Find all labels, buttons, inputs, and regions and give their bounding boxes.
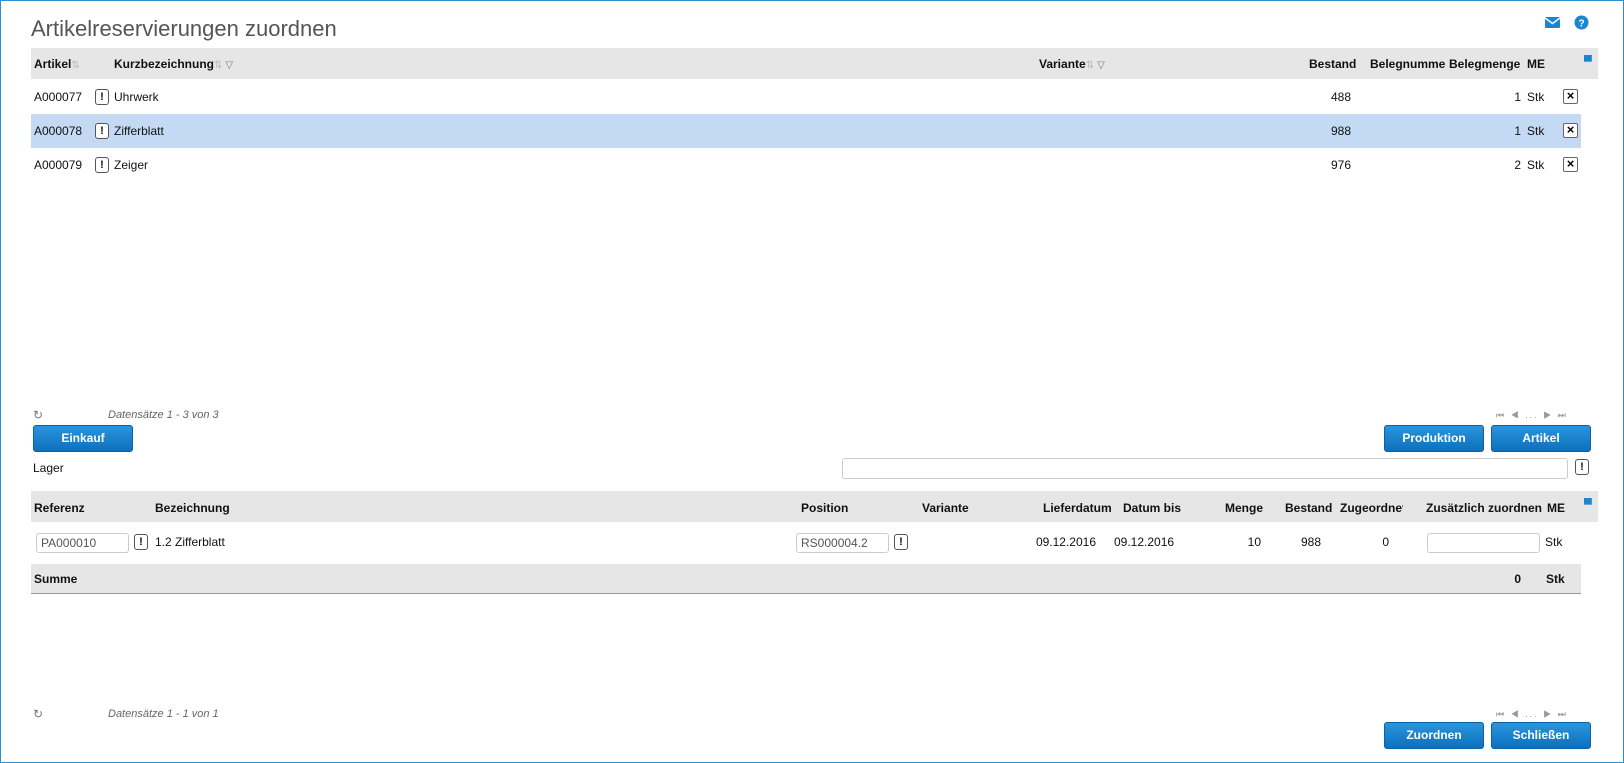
- sort-icon[interactable]: ⇅: [71, 60, 79, 71]
- articles-table-header: Artikel⇅ Kurzbezeichnung⇅ ▽ Variante⇅ ▽ Be…: [31, 48, 1598, 79]
- pager-info: Datensätze 1 - 1 von 1: [108, 708, 219, 720]
- column-header-referenz[interactable]: Referenz: [34, 501, 85, 515]
- document-quantity: 1: [1514, 124, 1521, 138]
- column-header-kurzbezeichnung[interactable]: Kurzbezeichnung⇅ ▽: [114, 57, 233, 71]
- document-quantity: 2: [1514, 158, 1521, 172]
- article-number: A000078: [34, 124, 83, 138]
- column-header-zusaetzlich[interactable]: Zusätzlich zuordnen: [1426, 501, 1542, 515]
- last-page-icon[interactable]: ⏭: [1558, 709, 1568, 719]
- sort-icon[interactable]: ⇅: [1086, 60, 1094, 71]
- column-header-belegmenge[interactable]: Belegmenge: [1449, 57, 1520, 71]
- zusaetzlich-zuordnen-input[interactable]: [1427, 533, 1540, 553]
- table-row[interactable]: A000078! Zifferblatt 988 1 Stk ×: [31, 114, 1581, 148]
- position-field[interactable]: [796, 533, 889, 553]
- menge-text: 10: [1247, 535, 1261, 549]
- unit: Stk: [1527, 90, 1545, 104]
- first-page-icon[interactable]: ⏮: [1496, 709, 1506, 719]
- remove-icon[interactable]: ×: [1563, 157, 1578, 172]
- einkauf-button[interactable]: Einkauf: [33, 425, 133, 452]
- article-short-name: Zifferblatt: [114, 124, 164, 138]
- table-row[interactable]: A000079! Zeiger 976 2 Stk ×: [31, 148, 1581, 182]
- column-header-variante[interactable]: Variante⇅ ▽: [1039, 57, 1105, 71]
- sum-label: Summe: [34, 572, 78, 586]
- sort-icon[interactable]: ⇅: [214, 60, 222, 71]
- lager-label: Lager: [33, 461, 64, 475]
- sum-row: Summe 0 Stk: [31, 564, 1581, 594]
- bezeichnung-text: 1.2 Zifferblatt: [155, 535, 225, 549]
- position-info-button[interactable]: !: [894, 534, 908, 550]
- page-title: Artikelreservierungen zuordnen: [31, 16, 337, 41]
- column-header-zugeordnet[interactable]: Zugeordnet: [1340, 501, 1403, 515]
- pager-ellipsis: ...: [1525, 709, 1539, 719]
- table-row: ! 1.2 Zifferblatt! 09.12.2016 09.12.2016 10 9…: [31, 523, 1581, 563]
- table-row[interactable]: A000077! Uhrwerk 488 1 Stk ×: [31, 80, 1581, 114]
- pager-info: Datensätze 1 - 3 von 3: [108, 409, 219, 421]
- remove-icon[interactable]: ×: [1563, 89, 1578, 104]
- pagination-controls: ⏮ ◀ ... ▶ ⏭: [1496, 709, 1568, 720]
- sum-unit: Stk: [1546, 572, 1565, 586]
- article-short-name: Zeiger: [114, 158, 149, 172]
- article-stock: 976: [1330, 158, 1351, 172]
- referenz-info-button[interactable]: !: [134, 534, 148, 550]
- svg-text:?: ?: [1578, 18, 1584, 29]
- mail-icon[interactable]: [1544, 14, 1560, 30]
- bestand-text: 988: [1300, 535, 1321, 549]
- zugeordnet-text: 0: [1382, 535, 1389, 549]
- article-info-button[interactable]: !: [95, 157, 109, 173]
- refresh-icon[interactable]: ↻: [33, 707, 43, 721]
- referenz-field[interactable]: [36, 533, 129, 553]
- column-header-me[interactable]: ME: [1527, 57, 1545, 71]
- column-header-position[interactable]: Position: [801, 501, 848, 515]
- artikel-button[interactable]: Artikel: [1491, 425, 1591, 452]
- article-info-button[interactable]: !: [95, 123, 109, 139]
- column-header-bestand[interactable]: Bestand: [1309, 57, 1356, 71]
- last-page-icon[interactable]: ⏭: [1558, 410, 1568, 420]
- sum-value: 0: [1514, 572, 1521, 586]
- first-page-icon[interactable]: ⏮: [1496, 410, 1506, 420]
- column-header-artikel[interactable]: Artikel⇅: [34, 57, 80, 71]
- article-info-button[interactable]: !: [95, 89, 109, 105]
- column-header-bestand[interactable]: Bestand: [1285, 501, 1332, 515]
- column-chooser-icon[interactable]: ▀: [1584, 499, 1592, 511]
- article-number: A000077: [34, 90, 83, 104]
- column-header-variante[interactable]: Variante: [922, 501, 969, 515]
- lager-input[interactable]: [842, 458, 1568, 479]
- prev-page-icon[interactable]: ◀: [1511, 709, 1521, 719]
- filter-icon[interactable]: ▽: [1097, 60, 1105, 71]
- filter-icon[interactable]: ▽: [225, 60, 233, 71]
- column-header-datum-bis[interactable]: Datum bis: [1123, 501, 1181, 515]
- column-chooser-icon[interactable]: ▀: [1584, 56, 1592, 68]
- article-number: A000079: [34, 158, 83, 172]
- datum-bis-text: 09.12.2016: [1114, 535, 1175, 549]
- refresh-icon[interactable]: ↻: [33, 408, 43, 422]
- prev-page-icon[interactable]: ◀: [1511, 410, 1521, 420]
- pagination-controls: ⏮ ◀ ... ▶ ⏭: [1496, 410, 1568, 421]
- help-icon[interactable]: ?: [1573, 14, 1589, 30]
- article-short-name: Uhrwerk: [114, 90, 159, 104]
- article-stock: 988: [1330, 124, 1351, 138]
- unit: Stk: [1527, 124, 1545, 138]
- schliessen-button[interactable]: Schließen: [1491, 722, 1591, 749]
- lager-lookup-button[interactable]: !: [1575, 459, 1589, 475]
- column-header-belegnummer[interactable]: Belegnumme: [1370, 57, 1445, 71]
- produktion-button[interactable]: Produktion: [1384, 425, 1484, 452]
- remove-icon[interactable]: ×: [1563, 123, 1578, 138]
- column-header-menge[interactable]: Menge: [1225, 501, 1263, 515]
- unit: Stk: [1545, 535, 1563, 549]
- next-page-icon[interactable]: ▶: [1543, 410, 1553, 420]
- pager-ellipsis: ...: [1525, 410, 1539, 420]
- lieferdatum-text: 09.12.2016: [1035, 535, 1096, 549]
- article-stock: 488: [1330, 90, 1351, 104]
- column-header-me[interactable]: ME: [1547, 501, 1565, 515]
- document-quantity: 1: [1514, 90, 1521, 104]
- column-header-bezeichnung[interactable]: Bezeichnung: [155, 501, 230, 515]
- zuordnen-button[interactable]: Zuordnen: [1384, 722, 1484, 749]
- assign-table-header: Referenz Bezeichnung Position Variante L…: [31, 491, 1598, 522]
- column-header-lieferdatum[interactable]: Lieferdatum: [1043, 501, 1112, 515]
- unit: Stk: [1527, 158, 1545, 172]
- next-page-icon[interactable]: ▶: [1543, 709, 1553, 719]
